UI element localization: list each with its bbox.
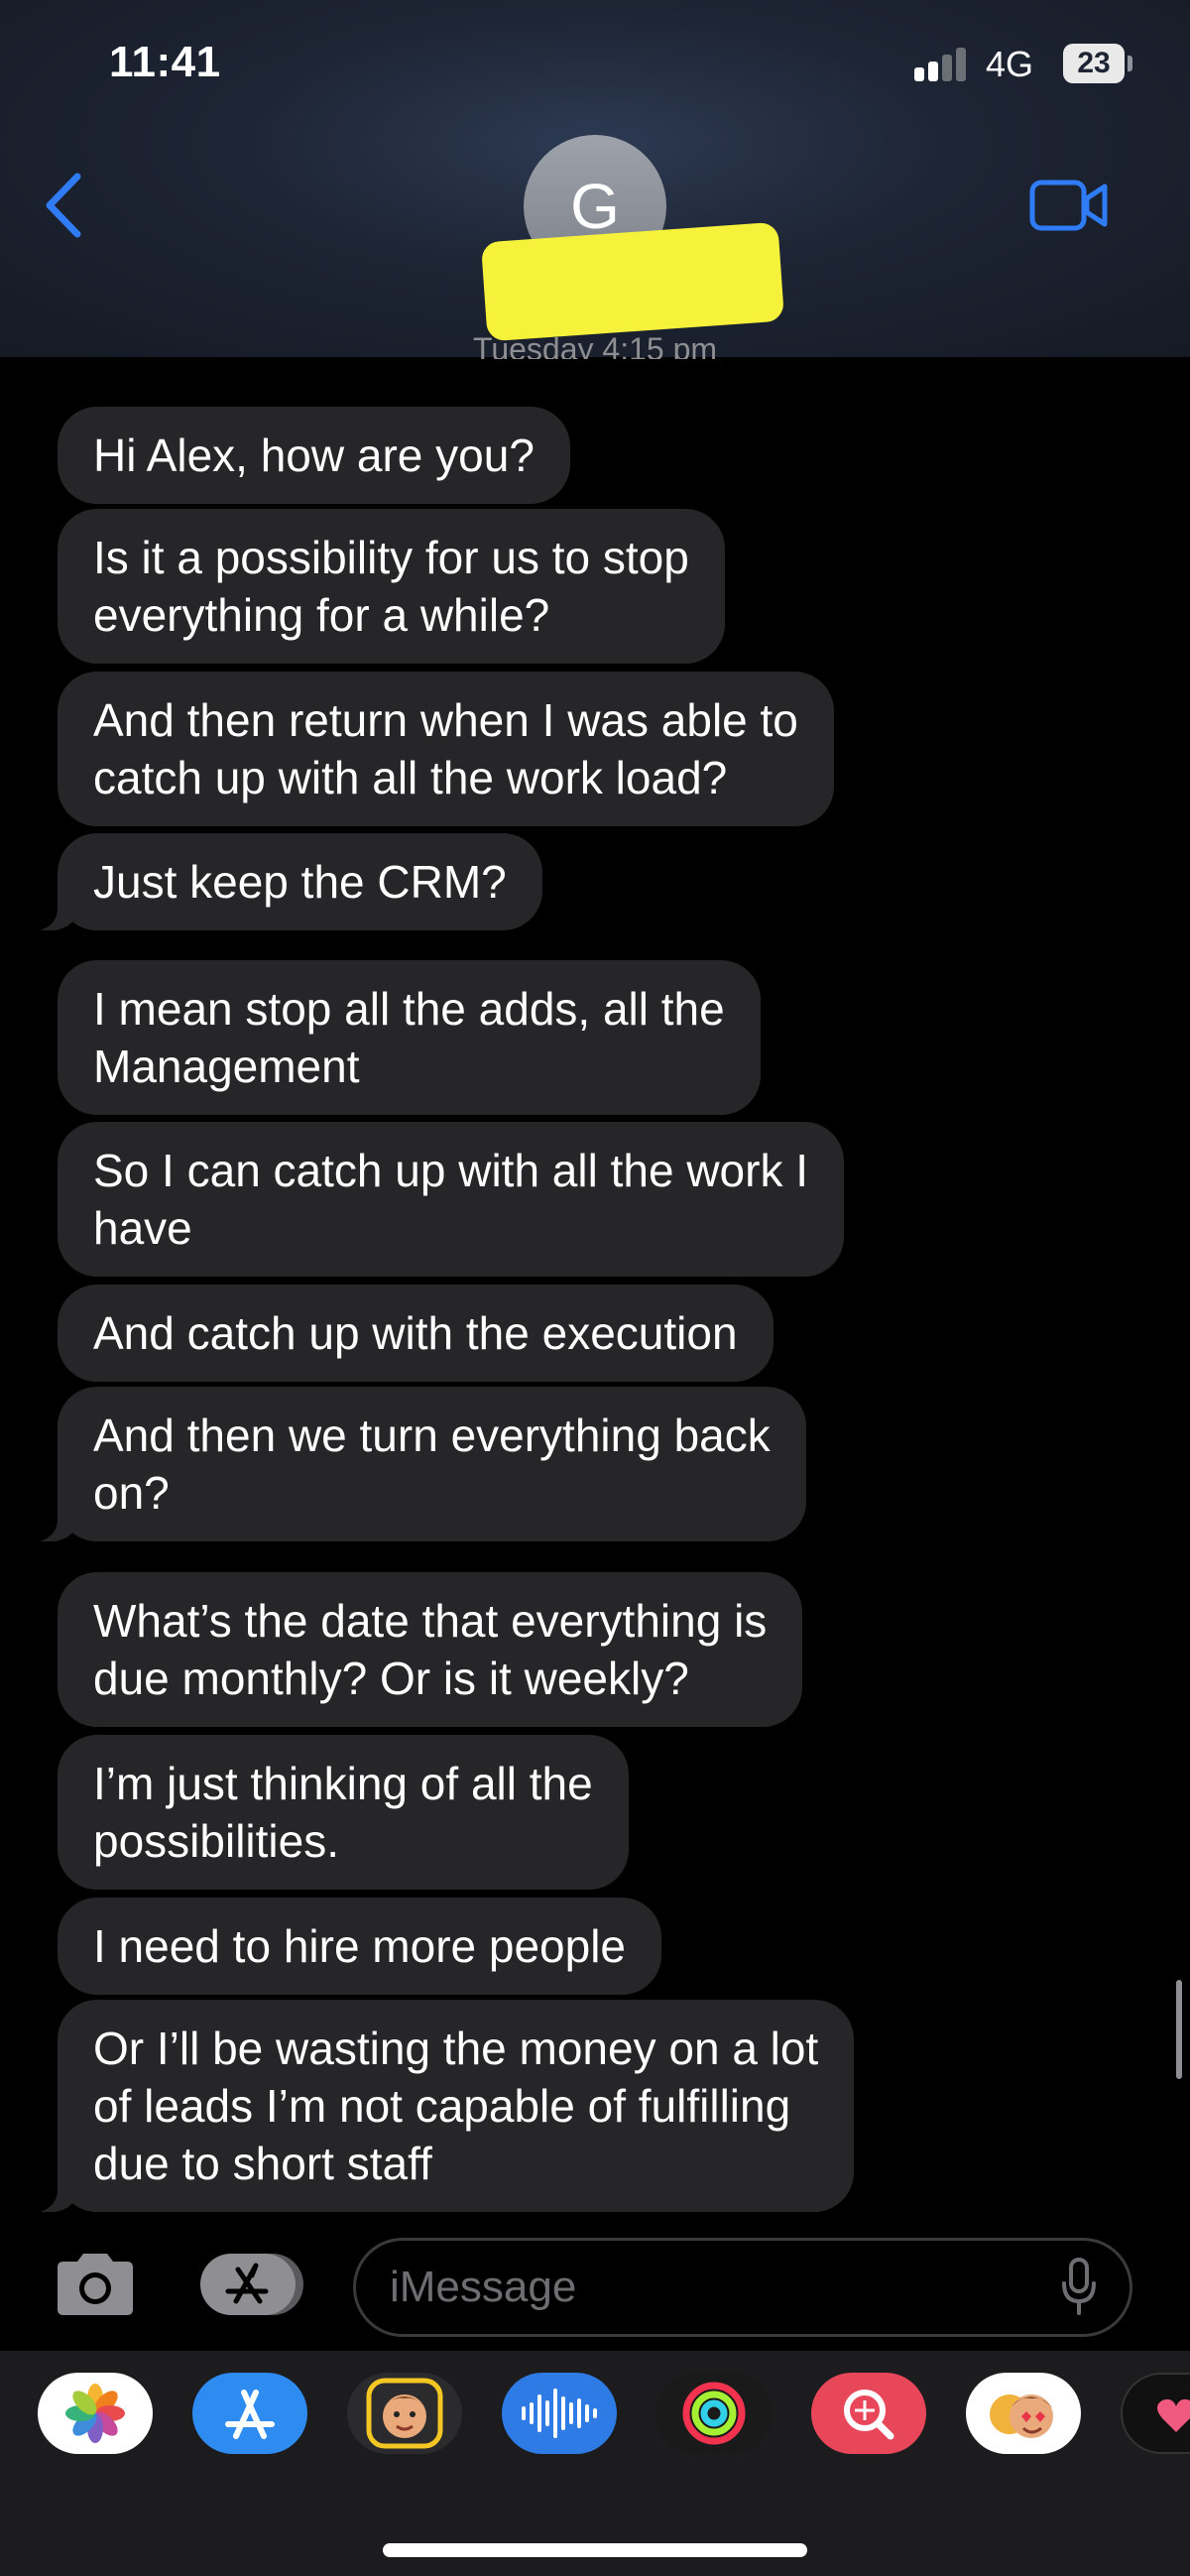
message-line: I need to hire more people	[93, 1920, 627, 1972]
message-bubble[interactable]: Is it a possibility for us to stop every…	[58, 509, 725, 664]
video-call-icon[interactable]	[1029, 179, 1109, 232]
message-bubble[interactable]: So I can catch up with all the work I ha…	[58, 1122, 845, 1277]
app-store-icon[interactable]	[192, 2373, 307, 2454]
message-line: Or I’ll be wasting the money on a lot	[93, 2023, 819, 2074]
message-line: due monthly? Or is it weekly?	[93, 1653, 689, 1704]
message-bubble[interactable]: I need to hire more people	[58, 1898, 662, 1995]
input-bar: iMessage	[0, 2222, 1190, 2351]
network-type: 4G	[986, 44, 1034, 84]
message-bubble[interactable]: And then we turn everything back on?	[28, 1387, 806, 1541]
battery-level: 23	[1077, 47, 1111, 79]
back-chevron-icon[interactable]	[40, 171, 89, 240]
memoji-stickers-icon[interactable]	[966, 2373, 1081, 2454]
message-line: What’s the date that everything is	[93, 1595, 768, 1647]
camera-icon[interactable]	[52, 2252, 139, 2317]
message-line: I mean stop all the adds, all the	[93, 983, 725, 1035]
message-line: have	[93, 1202, 192, 1254]
scroll-indicator[interactable]	[1176, 1980, 1182, 2079]
message-bubble[interactable]: And then return when I was able to catch…	[58, 672, 834, 826]
status-time: 11:41	[109, 38, 221, 86]
audio-message-icon[interactable]	[502, 2373, 617, 2454]
message-line: Hi Alex, how are you?	[93, 429, 535, 481]
message-line: Management	[93, 1041, 360, 1092]
message-bubble[interactable]: Just keep the CRM?	[28, 833, 542, 930]
message-line: And catch up with the execution	[93, 1307, 738, 1359]
message-line: And then return when I was able to	[93, 694, 798, 746]
message-timestamp: Tuesday 4:15 pm	[472, 337, 718, 359]
microphone-icon[interactable]	[1061, 2258, 1097, 2317]
avatar-initial: G	[570, 171, 620, 242]
message-line: Just keep the CRM?	[93, 856, 507, 908]
message-line: catch up with all the work load?	[93, 752, 728, 803]
photos-icon[interactable]	[38, 2373, 153, 2454]
cellular-signal-icon	[914, 46, 970, 81]
message-input[interactable]: iMessage	[353, 2238, 1132, 2337]
message-line: due to short staff	[93, 2138, 432, 2189]
app-drawer	[0, 2351, 1190, 2576]
battery-tip	[1128, 56, 1132, 71]
message-line: So I can catch up with all the work I	[93, 1145, 809, 1196]
message-line: everything for a while?	[93, 589, 550, 641]
conversation-header: 11:41 4G 23 G Tuesday 4:15 pm	[0, 0, 1190, 359]
message-bubble[interactable]: I’m just thinking of all the possibiliti…	[58, 1735, 629, 1890]
message-input-placeholder: iMessage	[390, 2263, 577, 2311]
message-bubble[interactable]: And catch up with the execution	[58, 1285, 774, 1382]
memoji-icon[interactable]	[347, 2373, 462, 2454]
message-bubble[interactable]: Or I’ll be wasting the money on a lot of…	[27, 2000, 855, 2212]
message-line: on?	[93, 1467, 170, 1519]
activity-icon[interactable]	[656, 2373, 772, 2454]
home-indicator[interactable]	[383, 2543, 807, 2557]
image-search-icon[interactable]	[811, 2373, 926, 2454]
redacted-contact-name	[480, 221, 785, 342]
message-bubble[interactable]: I mean stop all the adds, all the Manage…	[58, 960, 761, 1115]
message-bubble[interactable]: What’s the date that everything is due m…	[58, 1572, 803, 1727]
message-line: And then we turn everything back	[93, 1410, 771, 1461]
message-line: Is it a possibility for us to stop	[93, 532, 689, 583]
battery-icon: 23	[1063, 44, 1125, 83]
message-line: of leads I’m not capable of fulfilling	[93, 2080, 791, 2132]
message-line: possibilities.	[93, 1815, 339, 1867]
digital-touch-icon[interactable]	[1121, 2373, 1190, 2454]
message-line: I’m just thinking of all the	[93, 1758, 593, 1809]
message-bubble[interactable]: Hi Alex, how are you?	[58, 407, 570, 504]
app-store-button-icon[interactable]	[198, 2252, 305, 2317]
